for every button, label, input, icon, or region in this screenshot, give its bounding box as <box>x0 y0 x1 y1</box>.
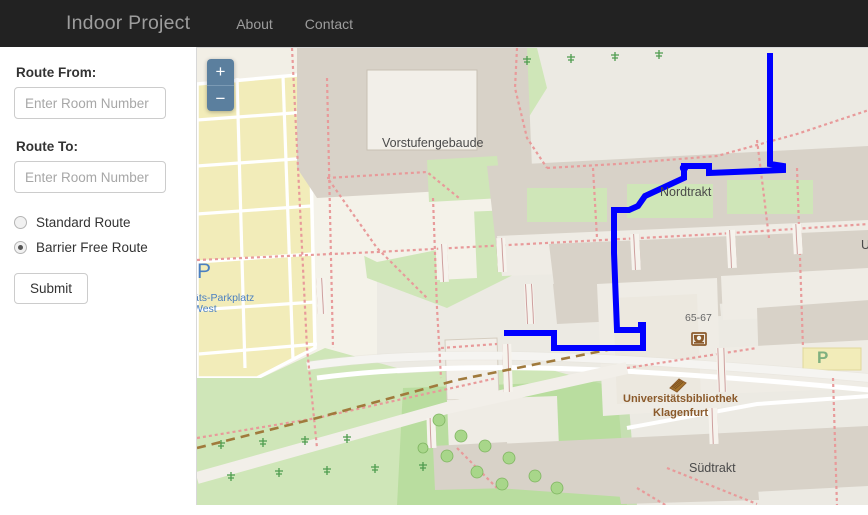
radio-standard-route[interactable]: Standard Route <box>14 215 182 230</box>
submit-button[interactable]: Submit <box>14 273 89 304</box>
route-to-input[interactable] <box>14 161 166 193</box>
radio-standard-route-indicator[interactable] <box>14 216 27 229</box>
zoom-in-button[interactable]: + <box>207 59 234 85</box>
radio-barrier-free-route-indicator[interactable] <box>14 241 27 254</box>
radio-standard-route-label: Standard Route <box>36 215 131 230</box>
route-form-sidebar: Route From: Route To: Standard Route Bar… <box>0 47 196 515</box>
map-canvas[interactable]: + − Vorstufengebaude Nordtrakt Südtrakt … <box>196 47 868 505</box>
nav-link-about[interactable]: About <box>220 16 289 32</box>
page-body: Route From: Route To: Standard Route Bar… <box>0 47 868 515</box>
radio-barrier-free-route[interactable]: Barrier Free Route <box>14 240 182 255</box>
zoom-out-button[interactable]: − <box>207 85 234 111</box>
route-from-input[interactable] <box>14 87 166 119</box>
zoom-control[interactable]: + − <box>207 59 234 111</box>
route-type-radio-group: Standard Route Barrier Free Route <box>14 215 182 255</box>
route-from-label: Route From: <box>16 65 97 80</box>
radio-barrier-free-route-label: Barrier Free Route <box>36 240 148 255</box>
map-tiles <box>197 48 868 505</box>
route-to-label: Route To: <box>16 139 78 154</box>
nav-brand[interactable]: Indoor Project <box>66 12 220 35</box>
nav-link-contact[interactable]: Contact <box>289 16 369 32</box>
navbar: Indoor Project About Contact <box>0 0 868 47</box>
